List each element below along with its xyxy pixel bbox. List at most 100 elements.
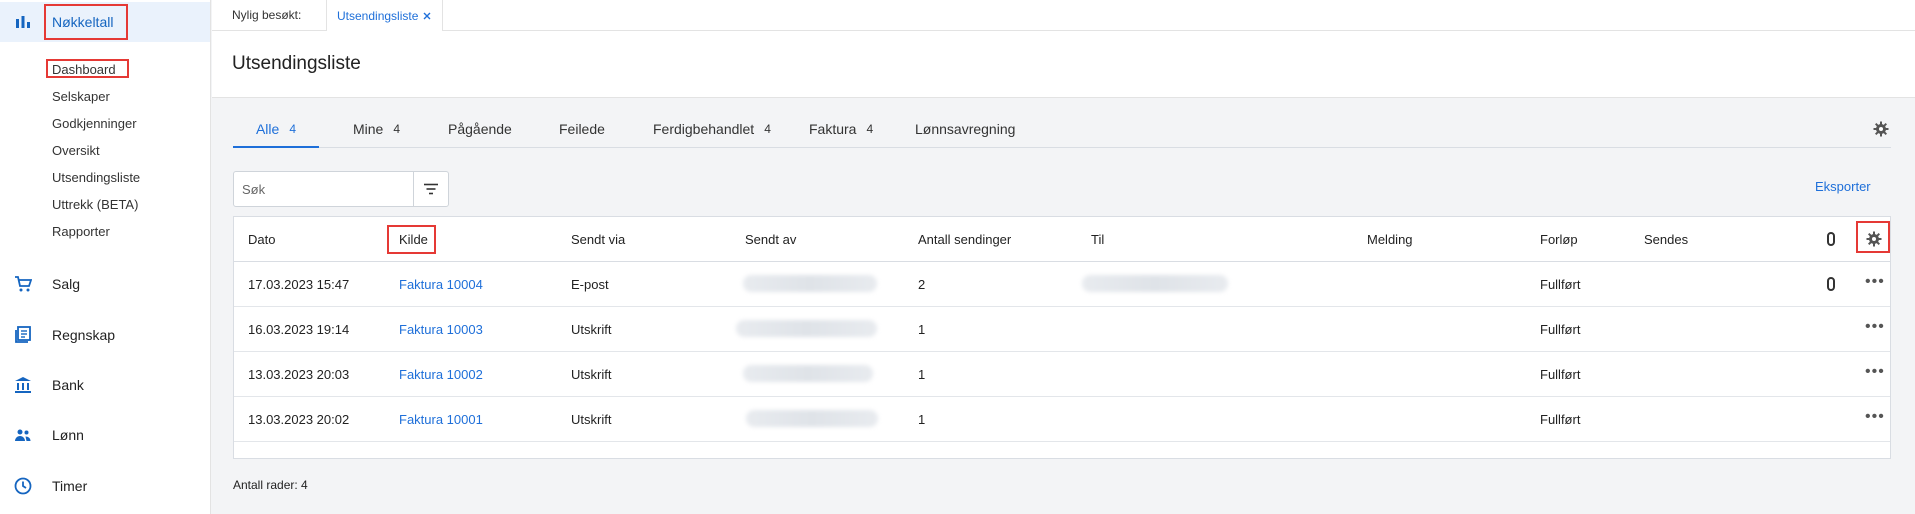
highlight-box xyxy=(1856,221,1890,253)
cell-forlop: Fullført xyxy=(1540,412,1581,427)
tab-mine[interactable]: Mine 4 xyxy=(353,113,400,148)
cell-dato: 16.03.2023 19:14 xyxy=(248,322,350,337)
sidebar-sub-rapporter[interactable]: Rapporter xyxy=(52,224,110,239)
search-box xyxy=(233,171,449,207)
sidebar-sub-selskaper[interactable]: Selskaper xyxy=(52,89,110,104)
row-count-label: Antall rader: xyxy=(233,478,298,492)
tab-count: 4 xyxy=(393,122,401,136)
cell-sendt-via: Utskrift xyxy=(571,367,612,382)
tab-label: Alle xyxy=(255,121,280,137)
tab-faktura[interactable]: Faktura 4 xyxy=(809,113,873,148)
cell-dato: 17.03.2023 15:47 xyxy=(248,277,350,292)
sidebar-sub-godkjenninger[interactable]: Godkjenninger xyxy=(52,116,137,131)
cell-forlop: Fullført xyxy=(1540,277,1581,292)
table-row[interactable]: 17.03.2023 15:47 Faktura 10004 E-post 2 … xyxy=(234,262,1890,307)
sidebar-item-label: Salg xyxy=(52,276,81,292)
tab-count: 4 xyxy=(866,122,874,136)
redacted-recipient xyxy=(1082,275,1228,292)
cell-antall: 1 xyxy=(918,412,926,427)
cell-antall: 1 xyxy=(918,367,926,382)
column-header-til[interactable]: Til xyxy=(1091,232,1104,247)
row-count: Antall rader: 4 xyxy=(233,478,308,492)
export-button[interactable]: Eksporter xyxy=(1815,179,1871,194)
recent-label: Nylig besøkt: xyxy=(232,8,302,22)
sidebar-sub-oversikt[interactable]: Oversikt xyxy=(52,143,100,158)
recent-bar: Nylig besøkt: Utsendingsliste xyxy=(212,0,1915,31)
table-row[interactable]: 16.03.2023 19:14 Faktura 10003 Utskrift … xyxy=(234,307,1890,352)
cell-sendt-via: Utskrift xyxy=(571,412,612,427)
sidebar-item-lonn[interactable]: Lønn xyxy=(0,415,210,455)
redacted-sender xyxy=(736,320,877,337)
filter-button[interactable] xyxy=(413,172,448,206)
sidebar-item-label: Regnskap xyxy=(52,327,116,343)
sidebar-item-bank[interactable]: Bank xyxy=(0,365,210,405)
tab-label: Mine xyxy=(353,121,384,137)
cell-forlop: Fullført xyxy=(1540,322,1581,337)
more-icon[interactable]: ••• xyxy=(1865,318,1885,336)
more-icon[interactable]: ••• xyxy=(1865,363,1885,381)
tab-lonnsavregning[interactable]: Lønnsavregning xyxy=(915,113,1015,148)
people-icon xyxy=(15,429,31,441)
recent-tab-utsendingsliste[interactable]: Utsendingsliste xyxy=(326,0,444,31)
column-header-melding[interactable]: Melding xyxy=(1367,232,1413,247)
cell-sendt-via: Utskrift xyxy=(571,322,612,337)
tab-label: Pågående xyxy=(448,121,512,137)
table-row[interactable]: 13.03.2023 20:03 Faktura 10002 Utskrift … xyxy=(234,352,1890,397)
redacted-sender xyxy=(743,275,877,292)
attachment-icon xyxy=(1827,232,1835,246)
tab-label: Faktura xyxy=(809,121,857,137)
row-count-value: 4 xyxy=(301,478,308,492)
attachment-icon[interactable] xyxy=(1827,277,1835,291)
cell-sendt-via: E-post xyxy=(571,277,609,292)
page-header: Utsendingsliste xyxy=(212,31,1915,98)
highlight-box xyxy=(46,59,129,78)
sidebar-sub-utsendingsliste[interactable]: Utsendingsliste xyxy=(52,170,140,185)
bank-icon xyxy=(15,377,31,393)
ledger-icon xyxy=(15,326,31,343)
column-header-dato[interactable]: Dato xyxy=(248,232,275,247)
redacted-sender xyxy=(743,365,873,382)
column-header-sendt-av[interactable]: Sendt av xyxy=(745,232,796,247)
gear-icon[interactable] xyxy=(1873,121,1889,137)
cell-antall: 2 xyxy=(918,277,926,292)
table-row[interactable]: 13.03.2023 20:02 Faktura 10001 Utskrift … xyxy=(234,397,1890,442)
tab-ferdigbehandlet[interactable]: Ferdigbehandlet 4 xyxy=(653,113,771,148)
sidebar-sub-uttrekk[interactable]: Uttrekk (BETA) xyxy=(52,197,138,212)
more-icon[interactable]: ••• xyxy=(1865,408,1885,426)
bar-chart-icon xyxy=(16,16,30,28)
column-header-sendt-via[interactable]: Sendt via xyxy=(571,232,625,247)
column-header-sendes[interactable]: Sendes xyxy=(1644,232,1688,247)
sendout-table: Dato Kilde Sendt via Sendt av Antall sen… xyxy=(233,216,1891,459)
sidebar-item-regnskap[interactable]: Regnskap xyxy=(0,315,210,355)
tab-label: Feilede xyxy=(559,121,605,137)
cell-dato: 13.03.2023 20:02 xyxy=(248,412,350,427)
cell-kilde-link[interactable]: Faktura 10003 xyxy=(399,322,483,337)
highlight-box xyxy=(44,4,128,40)
tab-count: 4 xyxy=(289,122,297,136)
tab-pagaende[interactable]: Pågående xyxy=(448,113,512,148)
cell-kilde-link[interactable]: Faktura 10001 xyxy=(399,412,483,427)
sidebar-item-timer[interactable]: Timer xyxy=(0,466,210,506)
more-icon[interactable]: ••• xyxy=(1865,273,1885,291)
tab-label: Ferdigbehandlet xyxy=(653,121,755,137)
cell-antall: 1 xyxy=(918,322,926,337)
cell-kilde-link[interactable]: Faktura 10004 xyxy=(399,277,483,292)
search-input[interactable] xyxy=(234,172,413,206)
sidebar-item-salg[interactable]: Salg xyxy=(0,264,210,304)
redacted-sender xyxy=(746,410,878,427)
close-icon[interactable] xyxy=(422,11,432,21)
column-header-forlop[interactable]: Forløp xyxy=(1540,232,1578,247)
highlight-box xyxy=(387,225,436,254)
sidebar-item-label: Bank xyxy=(52,377,84,393)
column-header-antall-sendinger[interactable]: Antall sendinger xyxy=(918,232,1011,247)
cell-dato: 13.03.2023 20:03 xyxy=(248,367,350,382)
sidebar: Nøkkeltall Dashboard Selskaper Godkjenni… xyxy=(0,0,211,514)
tab-alle[interactable]: Alle 4 xyxy=(233,113,319,148)
cart-icon xyxy=(15,276,32,292)
cell-forlop: Fullført xyxy=(1540,367,1581,382)
cell-kilde-link[interactable]: Faktura 10002 xyxy=(399,367,483,382)
tab-feilede[interactable]: Feilede xyxy=(559,113,605,148)
tab-label: Lønnsavregning xyxy=(915,121,1016,137)
clock-icon xyxy=(14,477,32,495)
tab-bar: Alle 4 Mine 4 Pågående Feilede Ferdigbeh… xyxy=(233,113,1891,148)
